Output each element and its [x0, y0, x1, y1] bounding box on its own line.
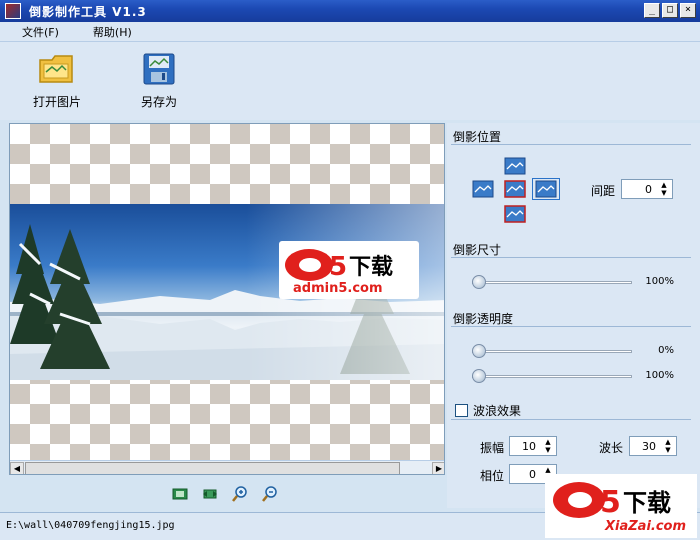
- scroll-left-button[interactable]: ◀: [10, 462, 24, 474]
- section-divider: [451, 144, 691, 145]
- brand-badge: 5 下载 XiaZai.com: [545, 474, 697, 538]
- position-left-button[interactable]: [472, 180, 494, 198]
- file-path: E:\wall\040709fengjing15.jpg: [6, 520, 175, 531]
- scroll-right-button[interactable]: ▶: [432, 462, 444, 474]
- svg-text:下载: 下载: [349, 254, 393, 280]
- folder-icon: [39, 55, 73, 83]
- slider-track: [472, 281, 632, 284]
- slider-track: [472, 375, 632, 378]
- image-left-icon: [472, 180, 494, 198]
- window-title: 倒影制作工具 V1.3: [29, 4, 147, 19]
- position-right-button[interactable]: [532, 178, 560, 200]
- amplitude-spinner[interactable]: 10 ▲ ▼: [509, 436, 557, 456]
- opacity-section-title: 倒影透明度: [453, 312, 514, 326]
- spacing-value: 0: [645, 183, 652, 196]
- position-section-title: 倒影位置: [453, 130, 502, 144]
- canvas-watermark: 5 下载 admin5.com: [279, 241, 419, 299]
- slider-knob[interactable]: [472, 275, 486, 289]
- scroll-thumb[interactable]: [25, 462, 400, 474]
- section-divider: [451, 326, 691, 327]
- position-bottom-button[interactable]: [504, 205, 526, 223]
- slider-knob[interactable]: [472, 344, 486, 358]
- size-value: 100%: [645, 276, 674, 287]
- menu-bar: 文件(F) 帮助(H): [0, 22, 700, 42]
- slider-knob[interactable]: [472, 369, 486, 383]
- floppy-disk-icon: [143, 53, 175, 85]
- position-top-button[interactable]: [504, 157, 526, 175]
- opacity-start-slider[interactable]: [472, 344, 632, 358]
- image-top-icon: [504, 157, 526, 175]
- wavelength-label: 波长: [599, 441, 624, 455]
- title-bar: 倒影制作工具 V1.3 _ □ ×: [0, 0, 700, 22]
- maximize-button[interactable]: □: [662, 3, 678, 18]
- toolbar: 打开图片 另存为: [0, 42, 700, 120]
- size-slider[interactable]: [472, 275, 632, 289]
- opacity-end-value: 100%: [645, 370, 674, 381]
- zoom-controls: [172, 486, 278, 502]
- preview-canvas[interactable]: 5 下载 admin5.com ◀ ▶: [9, 123, 445, 475]
- phase-value: 0: [529, 468, 536, 481]
- image-bottom-icon: [504, 205, 526, 223]
- svg-text:下载: 下载: [623, 489, 671, 517]
- save-as-label: 另存为: [140, 95, 177, 109]
- size-section-title: 倒影尺寸: [453, 243, 502, 257]
- open-image-label: 打开图片: [32, 95, 81, 109]
- image-right-icon: [535, 180, 557, 198]
- phase-label: 相位: [480, 469, 505, 483]
- settings-panel: 倒影位置 间距 0 ▲ ▼ 倒影尺寸 100% 倒影透明度 0% 100% 波浪…: [447, 123, 700, 508]
- menu-help[interactable]: 帮助(H): [93, 24, 132, 40]
- wavelength-spinner[interactable]: 30 ▲ ▼: [629, 436, 677, 456]
- spinner-arrows-icon[interactable]: ▲▼: [542, 438, 554, 454]
- brand-url: XiaZai.com: [605, 519, 687, 534]
- watermark-url: admin5.com: [293, 281, 383, 296]
- image-center-icon: [504, 180, 526, 198]
- app-icon: [5, 3, 21, 19]
- section-divider: [451, 419, 691, 420]
- wave-effect-checkbox[interactable]: [455, 404, 468, 417]
- section-divider: [451, 257, 691, 258]
- zoom-in-icon[interactable]: [232, 486, 248, 502]
- amplitude-label: 振幅: [480, 441, 505, 455]
- spinner-arrows-icon[interactable]: ▲▼: [658, 181, 670, 197]
- zoom-out-icon[interactable]: [262, 486, 278, 502]
- fit-window-icon[interactable]: [172, 486, 188, 502]
- svg-text:5: 5: [329, 252, 347, 282]
- horizontal-scrollbar[interactable]: ◀ ▶: [10, 460, 444, 474]
- menu-file[interactable]: 文件(F): [22, 24, 59, 40]
- slider-track: [472, 350, 632, 353]
- position-center-image: [504, 180, 526, 198]
- spacing-label: 间距: [591, 184, 616, 198]
- minimize-button[interactable]: _: [644, 3, 660, 18]
- close-button[interactable]: ×: [680, 3, 696, 18]
- window-controls: _ □ ×: [644, 3, 696, 18]
- save-as-button[interactable]: 另存为: [124, 52, 194, 110]
- open-image-button[interactable]: 打开图片: [22, 52, 92, 110]
- wavelength-value: 30: [642, 440, 656, 453]
- opacity-start-value: 0%: [658, 345, 674, 356]
- wave-effect-label: 波浪效果: [473, 404, 522, 418]
- spinner-arrows-icon[interactable]: ▲▼: [662, 438, 674, 454]
- opacity-end-slider[interactable]: [472, 369, 632, 383]
- svg-text:5: 5: [600, 485, 621, 520]
- actual-size-icon[interactable]: [202, 486, 218, 502]
- spacing-spinner[interactable]: 0 ▲ ▼: [621, 179, 673, 199]
- amplitude-value: 10: [522, 440, 536, 453]
